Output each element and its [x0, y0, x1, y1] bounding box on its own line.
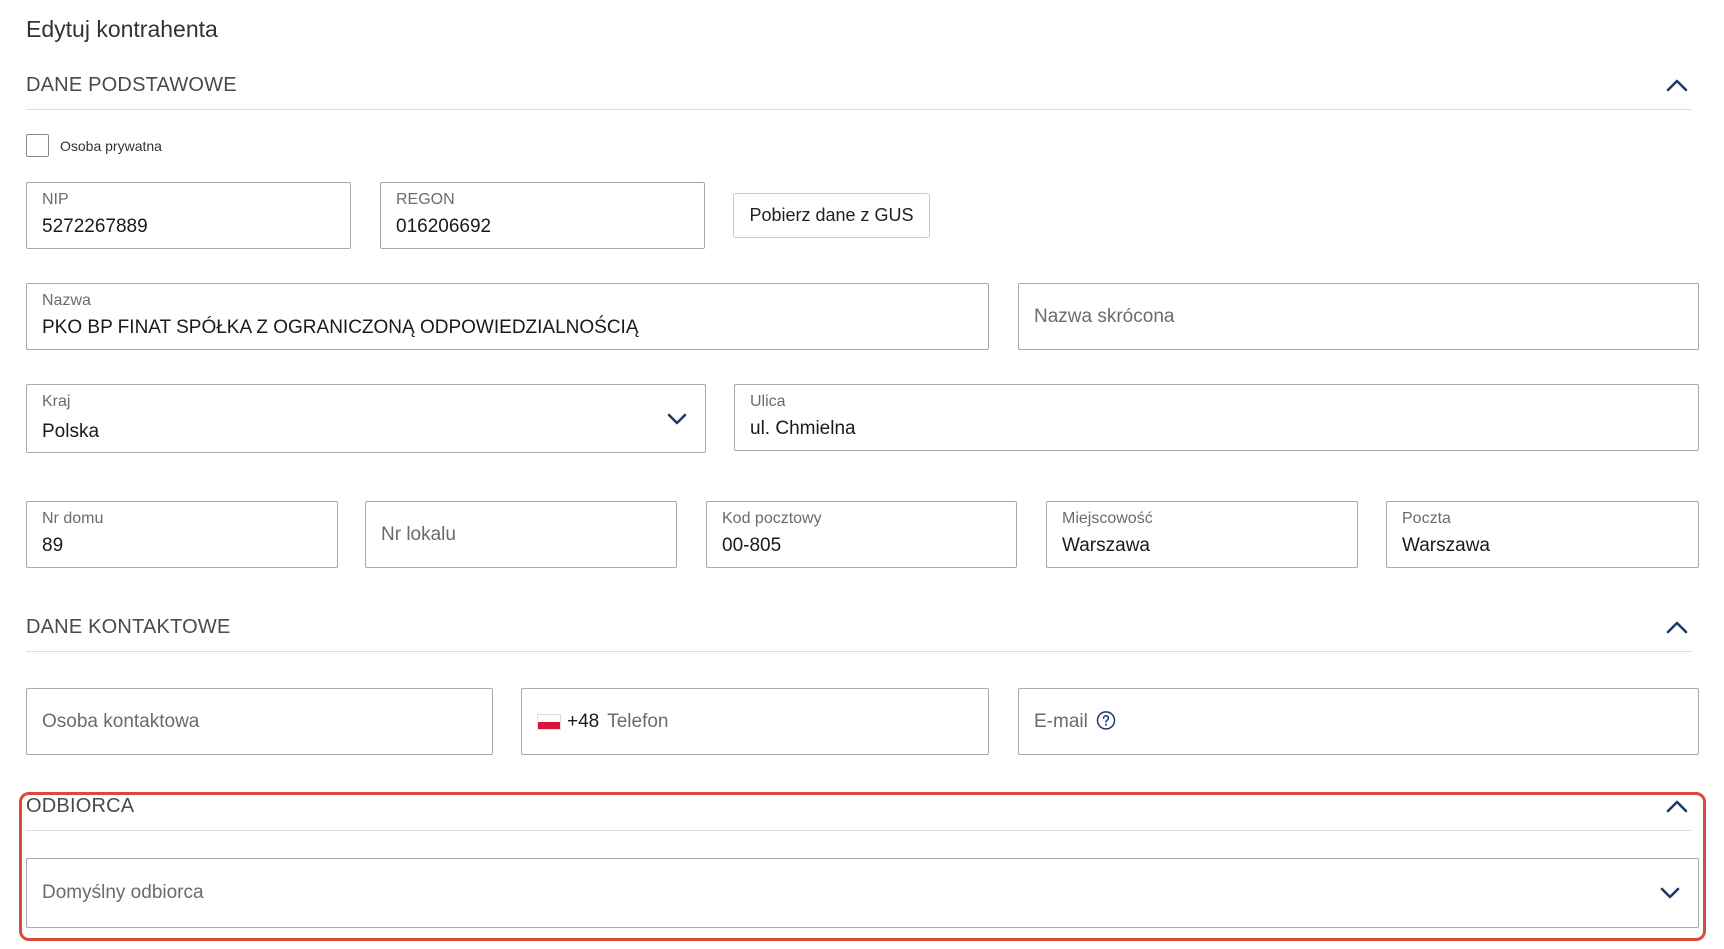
phone-prefix: +48: [567, 710, 600, 732]
nip-label: NIP: [42, 191, 69, 208]
fetch-gus-button[interactable]: Pobierz dane z GUS: [733, 193, 930, 238]
section-title-basic: DANE PODSTAWOWE: [26, 74, 237, 96]
contact-person-field[interactable]: Osoba kontaktowa: [26, 688, 493, 755]
private-person-checkbox[interactable]: [26, 134, 49, 157]
country-select[interactable]: Kraj Polska: [26, 384, 706, 453]
short-name-field[interactable]: Nazwa skrócona: [1018, 283, 1699, 350]
default-recipient-select[interactable]: Domyślny odbiorca: [26, 858, 1699, 928]
short-name-placeholder: Nazwa skrócona: [1034, 305, 1175, 327]
regon-label: REGON: [396, 191, 455, 208]
section-title-recipient: ODBIORCA: [26, 795, 135, 817]
phone-field[interactable]: +48 Telefon: [521, 688, 989, 755]
postal-code-field[interactable]: Kod pocztowy 00-805: [706, 501, 1017, 568]
name-label: Nazwa: [42, 292, 91, 309]
section-header-contact[interactable]: DANE KONTAKTOWE: [26, 614, 1692, 652]
street-field[interactable]: Ulica ul. Chmielna: [734, 384, 1699, 451]
apartment-number-field[interactable]: Nr lokalu: [365, 501, 677, 568]
section-header-recipient[interactable]: ODBIORCA: [26, 793, 1692, 831]
chevron-down-icon[interactable]: [667, 413, 687, 425]
help-circle-icon[interactable]: [1096, 710, 1116, 730]
post-office-value: Warszawa: [1402, 535, 1490, 556]
house-number-value: 89: [42, 535, 64, 556]
page-title: Edytuj kontrahenta: [26, 16, 218, 42]
apartment-number-placeholder: Nr lokalu: [381, 523, 456, 545]
regon-value: 016206692: [396, 216, 492, 237]
chevron-up-icon[interactable]: [1666, 78, 1688, 92]
private-person-label: Osoba prywatna: [60, 137, 162, 154]
nip-field[interactable]: NIP 5272267889: [26, 182, 351, 249]
chevron-up-icon[interactable]: [1666, 620, 1688, 634]
post-office-field[interactable]: Poczta Warszawa: [1386, 501, 1699, 568]
house-number-label: Nr domu: [42, 510, 104, 527]
chevron-down-icon[interactable]: [1660, 887, 1680, 899]
house-number-field[interactable]: Nr domu 89: [26, 501, 338, 568]
default-recipient-placeholder: Domyślny odbiorca: [42, 882, 204, 903]
name-field[interactable]: Nazwa PKO BP FINAT SPÓŁKA Z OGRANICZONĄ …: [26, 283, 989, 350]
country-label: Kraj: [42, 393, 71, 410]
section-header-basic[interactable]: DANE PODSTAWOWE: [26, 72, 1692, 110]
postal-code-value: 00-805: [722, 535, 782, 556]
private-person-row: Osoba prywatna: [26, 134, 162, 157]
country-value: Polska: [42, 421, 100, 442]
name-value: PKO BP FINAT SPÓŁKA Z OGRANICZONĄ ODPOWI…: [42, 317, 639, 338]
regon-field[interactable]: REGON 016206692: [380, 182, 705, 249]
poland-flag-icon[interactable]: [537, 713, 561, 730]
phone-input-group: +48 Telefon: [537, 711, 669, 733]
contact-person-placeholder: Osoba kontaktowa: [42, 710, 200, 732]
post-office-label: Poczta: [1402, 510, 1451, 527]
phone-placeholder: Telefon: [607, 710, 669, 732]
city-value: Warszawa: [1062, 535, 1150, 556]
postal-code-label: Kod pocztowy: [722, 510, 822, 527]
city-field[interactable]: Miejscowość Warszawa: [1046, 501, 1358, 568]
nip-value: 5272267889: [42, 216, 148, 237]
section-title-contact: DANE KONTAKTOWE: [26, 616, 231, 638]
email-field[interactable]: E-mail: [1018, 688, 1699, 755]
street-value: ul. Chmielna: [750, 418, 856, 439]
email-placeholder: E-mail: [1034, 710, 1088, 732]
chevron-up-icon[interactable]: [1666, 799, 1688, 813]
street-label: Ulica: [750, 393, 786, 410]
city-label: Miejscowość: [1062, 510, 1153, 527]
